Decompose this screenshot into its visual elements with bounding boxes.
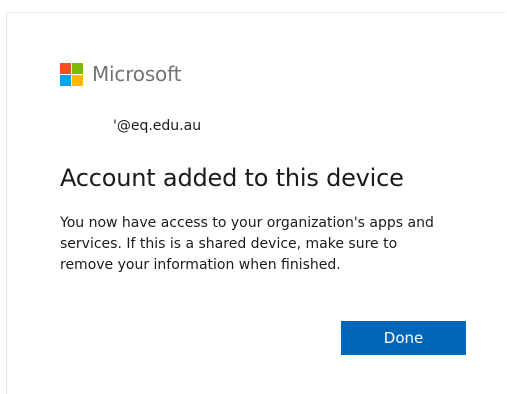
dialog-left-edge [6,12,7,394]
brand-name: Microsoft [92,62,182,86]
dialog-top-edge [6,12,506,13]
description-line: remove your information when finished. [60,257,341,273]
page-title: Account added to this device [60,164,404,192]
description-line: You now have access to your organization… [60,215,434,231]
account-email: '@eq.edu.au [113,118,202,134]
logo-red-square [60,63,71,74]
description-line: services. If this is a shared device, ma… [60,236,398,252]
done-button[interactable]: Done [341,321,466,355]
description-text: You now have access to your organization… [60,213,480,276]
logo-yellow-square [72,75,83,86]
microsoft-logo-icon [60,63,83,86]
account-added-dialog: Microsoft '@eq.edu.au Account added to t… [0,0,507,394]
logo-blue-square [60,75,71,86]
microsoft-logo: Microsoft [60,63,181,86]
logo-green-square [72,63,83,74]
